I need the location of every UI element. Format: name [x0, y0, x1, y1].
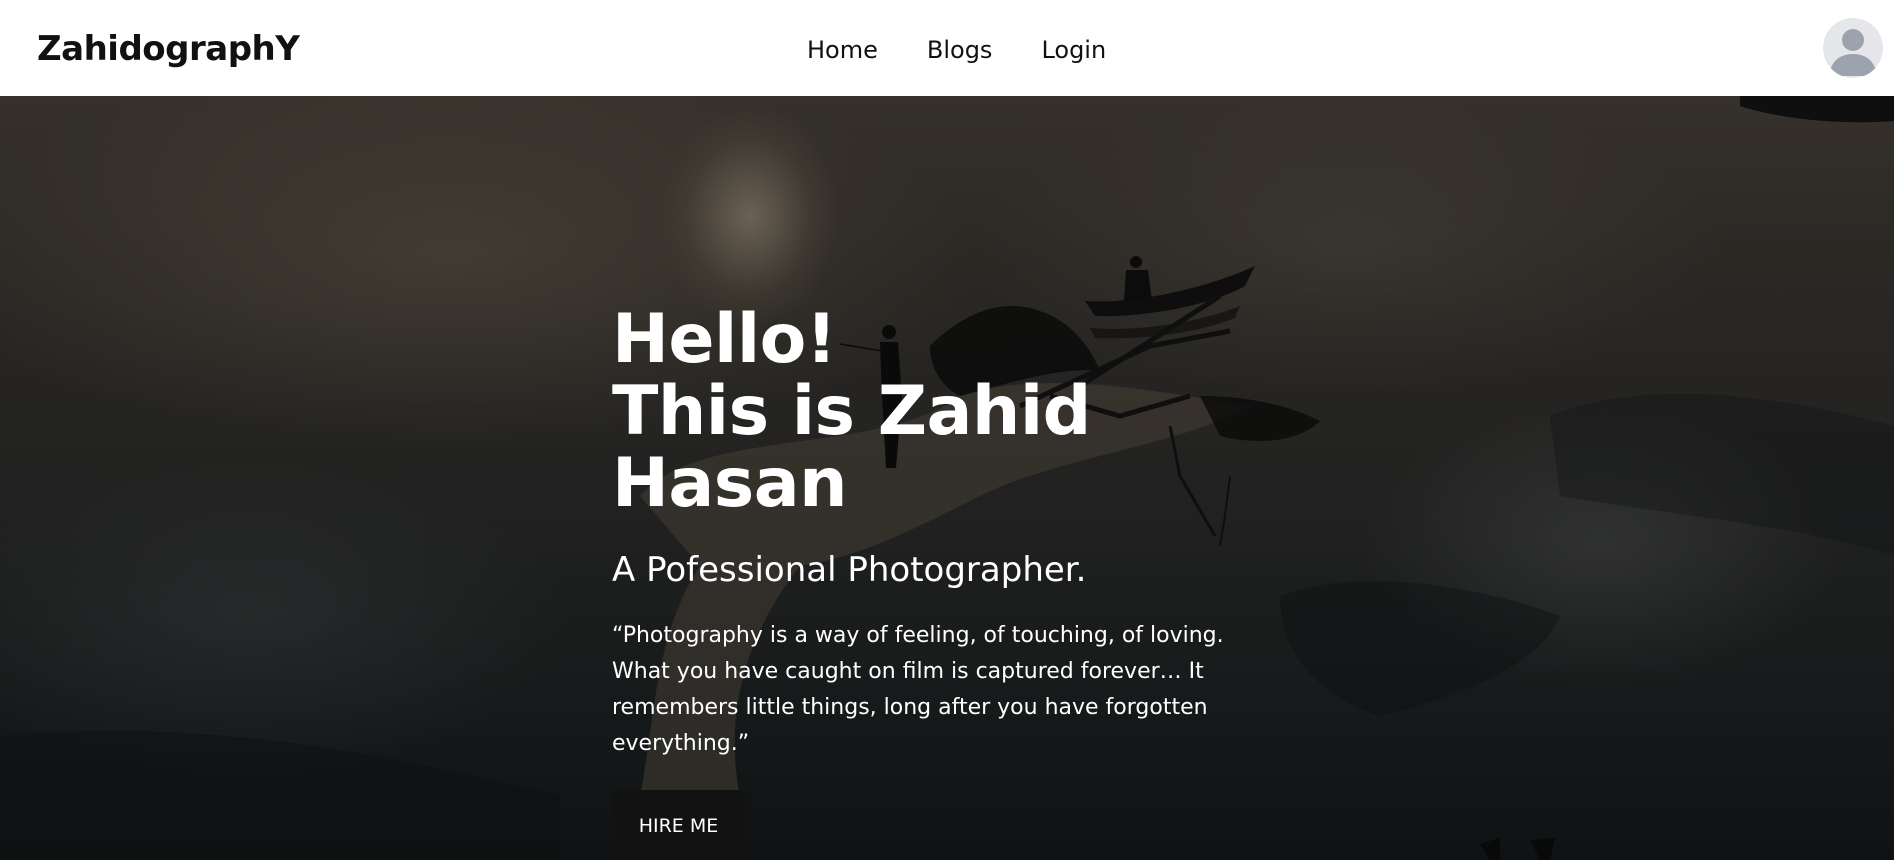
- nav-link-login[interactable]: Login: [1041, 36, 1106, 64]
- hero-subtitle: A Pofessional Photographer.: [612, 550, 1087, 590]
- user-avatar[interactable]: [1823, 18, 1883, 78]
- hero-name: This is Zahid Hasan: [612, 372, 1091, 523]
- nav-link-home[interactable]: Home: [807, 36, 878, 64]
- nav-link-blogs[interactable]: Blogs: [927, 36, 993, 64]
- hero-content: Hello! This is Zahid Hasan A Pofessional…: [612, 304, 1292, 860]
- hero-title: Hello! This is Zahid Hasan: [612, 304, 1292, 520]
- hire-me-button[interactable]: HIRE ME: [612, 790, 745, 860]
- hero-section: Hello! This is Zahid Hasan A Pofessional…: [0, 96, 1894, 860]
- main-nav: Home Blogs Login: [807, 36, 1155, 64]
- hero-quote: “Photography is a way of feeling, of tou…: [612, 623, 1224, 756]
- navbar: ZahidographY Home Blogs Login: [0, 0, 1894, 96]
- brand-logo[interactable]: ZahidographY: [37, 29, 300, 69]
- hero-greeting: Hello!: [612, 300, 837, 379]
- user-avatar-icon: [1829, 29, 1877, 76]
